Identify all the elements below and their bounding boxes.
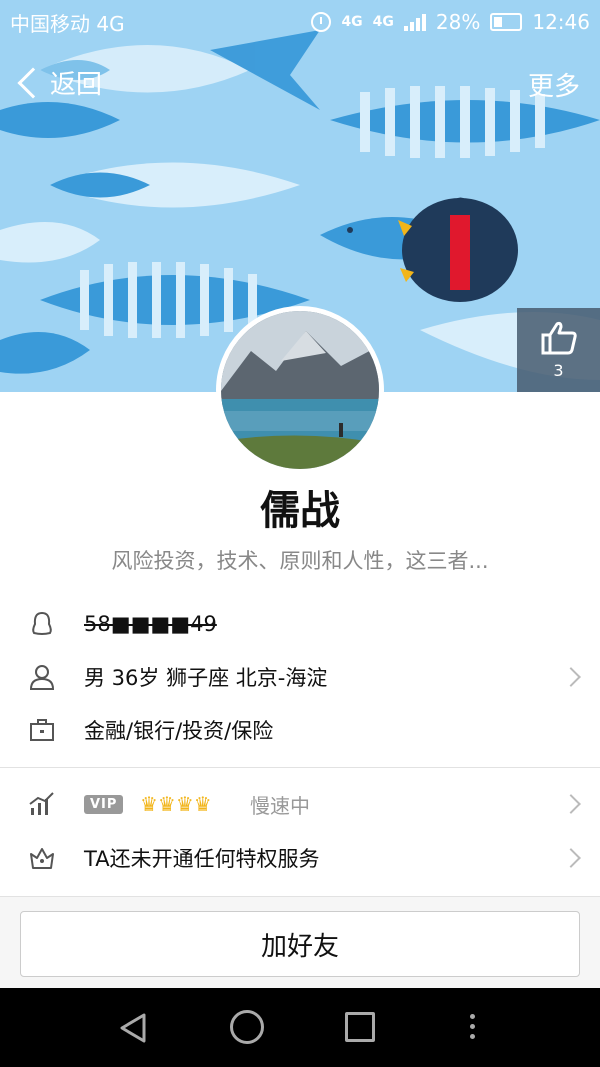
system-navigation-bar: [0, 988, 600, 1067]
like-count: 3: [553, 360, 564, 380]
alarm-icon: [311, 12, 332, 32]
thumbs-up-icon: [541, 321, 577, 354]
chevron-right-icon: [561, 667, 581, 687]
privilege-text: TA还未开通任何特权服务: [84, 847, 320, 871]
nickname: 儒战: [260, 488, 340, 534]
like-button[interactable]: 3: [517, 308, 600, 392]
privilege-row[interactable]: TA还未开通任何特权服务: [0, 832, 600, 884]
basic-info-row[interactable]: 男 36岁 狮子座 北京-海淀: [0, 651, 600, 703]
network-type-label: 4G: [341, 14, 363, 30]
qq-number-row: 58■■■■49: [0, 598, 600, 650]
battery-icon: [490, 13, 523, 31]
person-icon: [29, 665, 55, 690]
qq-number: 58■■■■49: [84, 612, 217, 636]
add-friend-button[interactable]: 加好友: [20, 911, 580, 977]
chevron-left-icon: [17, 66, 49, 99]
speed-status: 慢速中: [250, 793, 310, 818]
status-bar: 中国移动 4G 4G 4G 28% 12:46: [0, 0, 600, 44]
vip-level-row[interactable]: VIP ♛♛♛♛ 慢速中: [0, 778, 600, 830]
back-label: 返回: [50, 70, 103, 100]
vip-badge: VIP: [84, 794, 124, 814]
section-divider: [0, 767, 600, 768]
nav-back-icon[interactable]: [118, 1012, 148, 1044]
carrier-label: 中国移动 4G: [10, 11, 125, 36]
battery-percent: 28%: [435, 10, 481, 34]
avatar[interactable]: [216, 306, 384, 474]
bottom-action-bar: 加好友: [0, 896, 600, 988]
back-button[interactable]: 返回: [16, 64, 102, 101]
nav-home-icon[interactable]: [230, 1010, 264, 1044]
crown-icon: [30, 848, 54, 869]
occupation-text: 金融/银行/投资/保险: [84, 719, 274, 743]
briefcase-icon: [30, 719, 54, 741]
avatar-image-lake-mountains: [221, 311, 379, 469]
occupation-row: 金融/银行/投资/保险: [0, 704, 600, 756]
nav-recent-apps-icon[interactable]: [345, 1012, 375, 1042]
top-navigation: 返回 更多: [0, 58, 600, 110]
clock-time: 12:46: [532, 10, 590, 34]
chevron-right-icon: [561, 848, 581, 868]
network-type-label-2: 4G: [372, 14, 394, 30]
basic-info-text: 男 36岁 狮子座 北京-海淀: [84, 666, 328, 690]
penguin-icon: [32, 611, 52, 636]
personal-signature: 风险投资，技术、原则和人性，这三者...: [111, 549, 489, 573]
level-chart-icon: [29, 792, 54, 815]
chevron-right-icon: [561, 794, 581, 814]
nav-menu-icon[interactable]: [470, 1014, 476, 1039]
signal-icon: [403, 13, 426, 31]
more-button[interactable]: 更多: [528, 66, 580, 103]
crown-level-icons: ♛♛♛♛: [140, 792, 212, 816]
